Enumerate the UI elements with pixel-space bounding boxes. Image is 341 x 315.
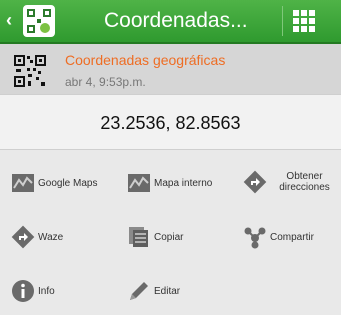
pencil-icon	[130, 282, 148, 300]
map-icon	[128, 174, 150, 192]
top-app-bar: ‹ Coordenadas...	[0, 0, 341, 44]
google-maps-button[interactable]: Google Maps	[11, 163, 97, 203]
share-icon	[244, 227, 266, 249]
info-button[interactable]: Info	[11, 271, 55, 311]
share-button[interactable]: Compartir	[243, 217, 314, 257]
edit-label: Editar	[154, 285, 181, 297]
directions-icon	[243, 170, 267, 194]
coordinates-value: 23.2536, 82.8563	[100, 113, 241, 133]
actions-grid: Google Maps Mapa interno Obtener direcci…	[0, 150, 341, 315]
copy-label: Copiar	[154, 231, 184, 243]
info-icon	[12, 280, 34, 302]
waze-label: Waze	[38, 231, 64, 243]
copy-button[interactable]: Copiar	[127, 217, 183, 257]
edit-button[interactable]: Editar	[127, 271, 180, 311]
internal-map-button[interactable]: Mapa interno	[127, 163, 212, 203]
map-icon	[12, 174, 34, 192]
app-icon[interactable]	[23, 5, 55, 37]
get-directions-button[interactable]: Obtener direcciones	[243, 162, 339, 202]
waze-button[interactable]: Waze	[11, 217, 63, 257]
divider	[282, 6, 283, 36]
internal-map-label: Mapa interno	[154, 177, 213, 189]
entry-title: Coordenadas geográficas	[65, 52, 226, 68]
share-label: Compartir	[270, 231, 314, 243]
info-label: Info	[38, 285, 55, 297]
qr-code-icon	[14, 55, 46, 87]
get-directions-label: Obtener direcciones	[279, 171, 330, 193]
google-maps-label: Google Maps	[38, 177, 98, 189]
menu-button[interactable]	[282, 0, 341, 42]
grid-menu-icon	[293, 10, 315, 32]
back-icon[interactable]: ‹	[6, 10, 12, 31]
app-title: Coordenadas...	[104, 9, 248, 32]
entry-header: Coordenadas geográficas abr 4, 9:53p.m.	[0, 44, 341, 94]
copy-icon	[129, 227, 148, 247]
entry-timestamp: abr 4, 9:53p.m.	[65, 75, 146, 89]
qr-droid-app-icon	[26, 8, 52, 34]
directions-icon	[11, 225, 35, 249]
coordinates-panel: 23.2536, 82.8563	[0, 94, 341, 150]
